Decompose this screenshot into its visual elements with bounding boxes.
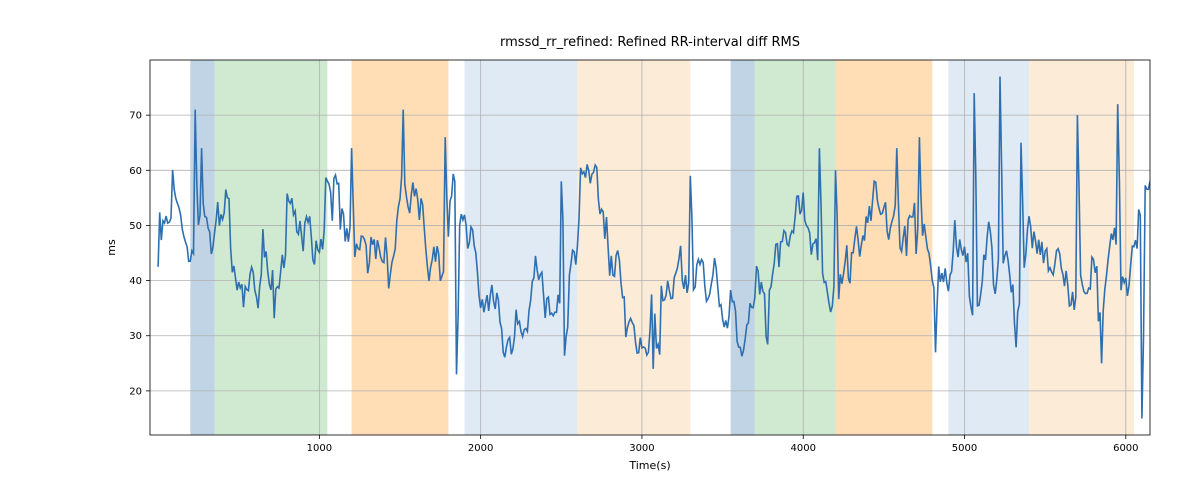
rmssd-chart: 1000 2000 3000 4000 5000 6000 20 30 40 50 60 70 Time… — [0, 0, 1200, 500]
chart-title: rmssd_rr_refined: Refined RR-interval di… — [500, 35, 800, 50]
x-axis-label: Time(s) — [628, 459, 670, 472]
y-tick-label: 70 — [129, 111, 142, 122]
y-axis: 20 30 40 50 60 70 — [129, 111, 150, 398]
y-tick-label: 30 — [129, 331, 142, 342]
x-tick-label: 5000 — [952, 443, 977, 454]
y-tick-label: 50 — [129, 221, 142, 232]
x-tick-label: 2000 — [468, 443, 493, 454]
y-tick-label: 40 — [129, 276, 142, 287]
x-axis: 1000 2000 3000 4000 5000 6000 — [307, 435, 1139, 454]
y-tick-label: 60 — [129, 166, 142, 177]
y-axis-label: ms — [105, 239, 118, 256]
x-tick-label: 3000 — [629, 443, 654, 454]
y-tick-label: 20 — [129, 386, 142, 397]
x-tick-label: 4000 — [790, 443, 815, 454]
x-tick-label: 6000 — [1113, 443, 1138, 454]
x-tick-label: 1000 — [307, 443, 332, 454]
